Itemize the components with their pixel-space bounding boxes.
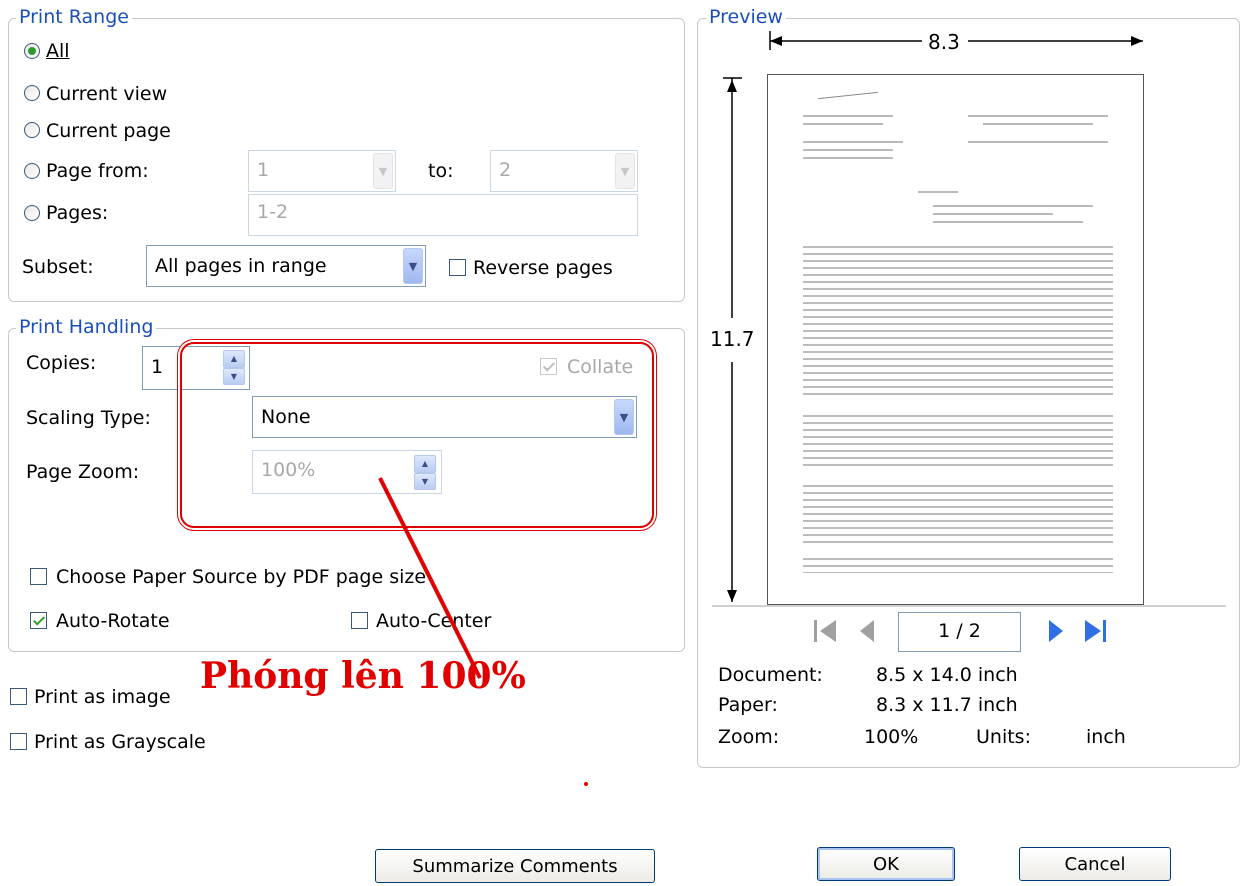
preview-body-text-4 [803,553,1113,573]
page-indicator[interactable]: 1 / 2 [898,612,1021,652]
preview-height-label: 11.7 [710,327,755,351]
zoom-value: 100% [864,726,919,748]
preview-width-label: 8.3 [928,30,960,54]
preview-body-text-2 [803,410,1113,470]
next-page-icon[interactable] [1046,618,1066,644]
paper-label: Paper: [718,694,778,716]
units-label: Units: [976,726,1031,748]
prev-page-icon[interactable] [858,618,878,644]
summarize-comments-button[interactable]: Summarize Comments [375,849,655,883]
paper-value: 8.3 x 11.7 inch [876,694,1018,716]
last-page-icon[interactable] [1082,618,1110,644]
zoom-label: Zoom: [718,726,780,748]
first-page-icon[interactable] [812,618,840,644]
ok-button[interactable]: OK [817,847,955,881]
preview-body-text-3 [803,480,1113,545]
preview-page [767,74,1144,605]
page-indicator-text: 1 / 2 [938,620,981,642]
cancel-button[interactable]: Cancel [1019,847,1171,881]
preview-body-text [803,241,1113,396]
units-value: inch [1086,726,1126,748]
document-value: 8.5 x 14.0 inch [876,664,1018,686]
document-label: Document: [718,664,823,686]
